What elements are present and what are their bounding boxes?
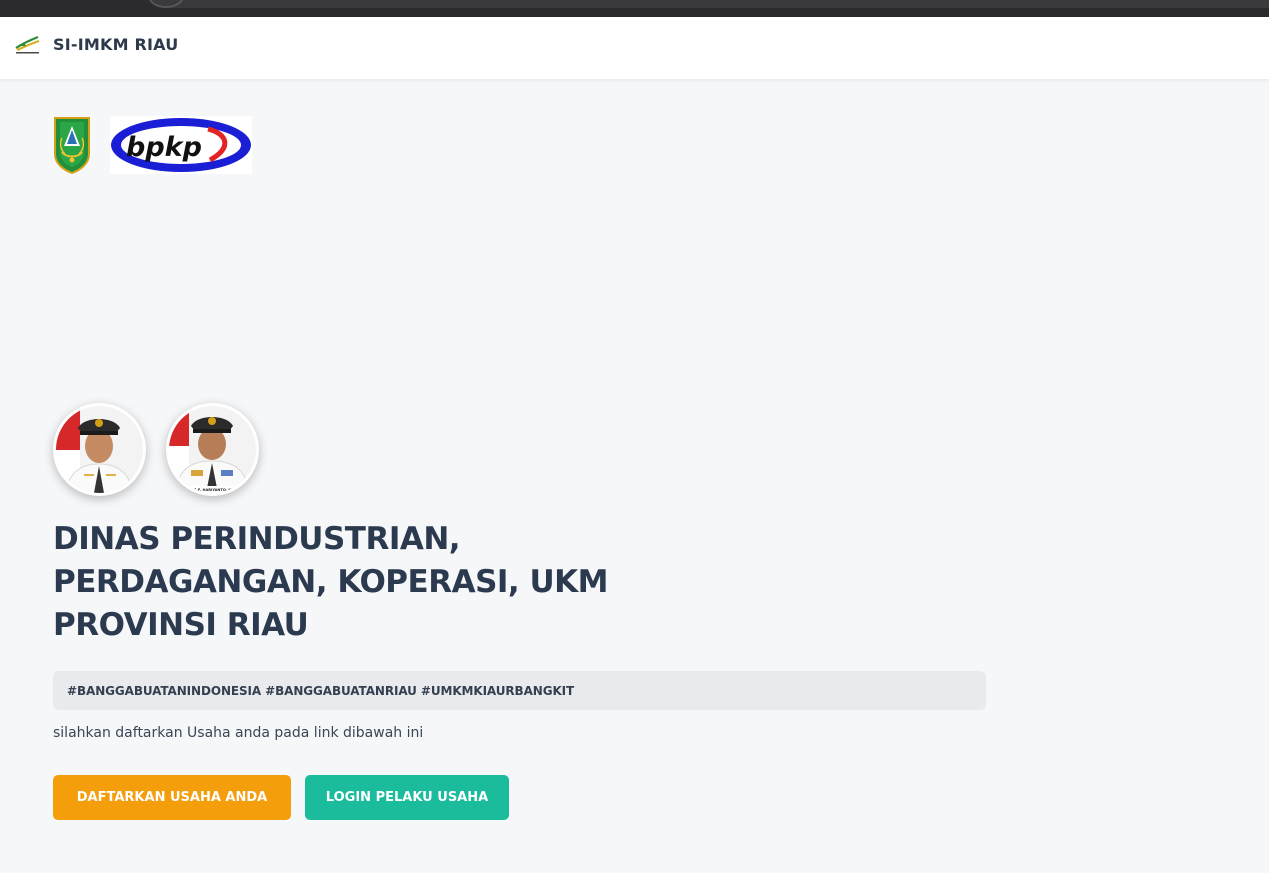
officials-avatars: H. S.F. HARIYANTO, M.T. <box>53 403 279 496</box>
page-headline: DINAS PERINDUSTRIAN, PERDAGANGAN, KOPERA… <box>53 518 653 647</box>
browser-chrome-strip <box>0 0 1269 17</box>
top-navbar: SI-IMKM RIAU <box>0 17 1269 79</box>
headline-line-3: PROVINSI RIAU <box>53 607 309 643</box>
hashtag-banner: #BANGGABUATANINDONESIA #BANGGABUATANRIAU… <box>53 671 986 710</box>
vice-governor-portrait-icon: H. S.F. HARIYANTO, M.T. <box>169 406 256 493</box>
brand-logo-icon <box>15 35 40 54</box>
partner-logos: bpkp <box>53 116 252 174</box>
governor-avatar <box>53 403 146 496</box>
login-business-button[interactable]: LOGIN PELAKU USAHA <box>305 775 509 820</box>
governor-portrait-icon <box>56 406 143 493</box>
vice-governor-avatar: H. S.F. HARIYANTO, M.T. <box>166 403 259 496</box>
bpkp-logo-text: bpkp <box>126 132 202 163</box>
vice-governor-caption: H. S.F. HARIYANTO, M.T. <box>188 488 236 492</box>
browser-tab-edge <box>150 0 1269 8</box>
brand-name: SI-IMKM RIAU <box>53 34 179 54</box>
bpkp-logo-icon: bpkp <box>110 116 252 174</box>
headline-line-1: DINAS PERINDUSTRIAN, <box>53 521 461 557</box>
hashtag-text: #BANGGABUATANINDONESIA #BANGGABUATANRIAU… <box>67 683 575 698</box>
headline-line-2: PERDAGANGAN, KOPERASI, UKM <box>53 564 609 600</box>
riau-emblem-icon <box>54 117 90 174</box>
registration-instruction: silahkan daftarkan Usaha anda pada link … <box>53 725 424 741</box>
register-business-button[interactable]: DAFTARKAN USAHA ANDA <box>53 775 291 820</box>
brand-link[interactable]: SI-IMKM RIAU <box>14 32 178 56</box>
